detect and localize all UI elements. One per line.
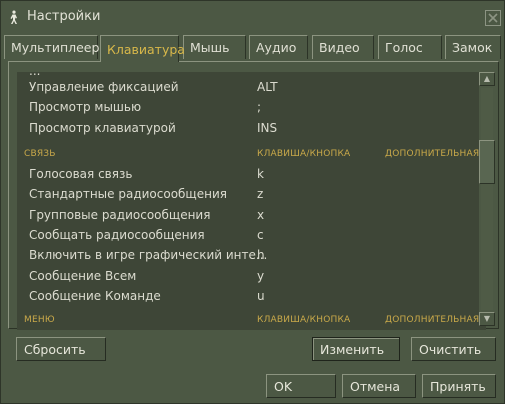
key-value: k [257, 167, 264, 181]
tab-voice[interactable]: Голос [378, 35, 442, 59]
ok-button[interactable]: OK [266, 374, 336, 398]
list-item[interactable]: Сообщать радиосообщения c [17, 225, 486, 246]
tab-bar: Мультиплеер Клавиатура Мышь Аудио Видео … [1, 35, 504, 62]
column-alt-header: ДОПОЛНИТЕЛЬНАЯ [385, 149, 480, 159]
list-item[interactable]: Включить в игре графический инте... h [17, 245, 486, 266]
key-value: ALT [257, 80, 278, 94]
window-title: Настройки [27, 9, 101, 24]
action-label: Сообщение Всем [29, 269, 137, 283]
key-value: ; [257, 100, 262, 114]
reset-button[interactable]: Сбросить [16, 337, 106, 361]
tab-mouse[interactable]: Мышь [183, 35, 246, 59]
close-button[interactable] [485, 10, 501, 26]
triangle-down-icon: ▼ [483, 314, 491, 323]
scroll-up-button[interactable]: ▲ [479, 72, 495, 86]
close-icon [488, 13, 498, 23]
action-label: Просмотр мышью [29, 100, 142, 114]
key-bindings-list[interactable]: ... Управление фиксацией ALT Просмотр мы… [17, 72, 486, 330]
tab-audio[interactable]: Аудио [249, 35, 308, 59]
scroll-track[interactable] [481, 88, 493, 310]
keyboard-panel: ... Управление фиксацией ALT Просмотр мы… [8, 61, 499, 330]
action-label: Групповые радиосообщения [29, 208, 211, 222]
list-item[interactable]: Голосовая связь k [17, 164, 486, 185]
list-item[interactable]: Стандартные радиосообщения z [17, 184, 486, 205]
action-label: Включить в игре графический инте... [29, 248, 268, 262]
section-title: МЕНЮ [24, 315, 55, 325]
section-header-menu: МЕНЮ КЛАВИША/КНОПКА ДОПОЛНИТЕЛЬНАЯ [17, 313, 486, 329]
action-label: Сообщение Команде [29, 289, 161, 303]
key-value: x [257, 208, 265, 222]
action-label: Стандартные радиосообщения [29, 187, 227, 201]
change-button[interactable]: Изменить [312, 337, 400, 361]
scroll-down-button[interactable]: ▼ [479, 312, 495, 326]
list-item[interactable]: Сообщение Всем y [17, 266, 486, 287]
clear-button[interactable]: Очистить [411, 337, 496, 361]
section-header-voice: СВЯЗЬ КЛАВИША/КНОПКА ДОПОЛНИТЕЛЬНАЯ [17, 147, 486, 163]
list-item[interactable]: Групповые радиосообщения x [17, 205, 486, 226]
key-value: u [257, 289, 265, 303]
settings-window: Настройки Мультиплеер Клавиатура Мышь Ау… [0, 0, 505, 404]
tab-multiplayer[interactable]: Мультиплеер [4, 35, 99, 59]
tab-lock[interactable]: Замок [445, 35, 501, 59]
list-item[interactable]: Управление фиксацией ALT [17, 77, 486, 98]
title-bar[interactable]: Настройки [1, 1, 504, 33]
action-label: Управление фиксацией [29, 80, 179, 94]
list-item[interactable]: Сообщение Команде u [17, 286, 486, 307]
key-value: c [257, 228, 264, 242]
tab-video[interactable]: Видео [312, 35, 374, 59]
list-item[interactable]: Просмотр мышью ; [17, 97, 486, 118]
player-figure-icon [10, 10, 17, 24]
action-label: Голосовая связь [29, 167, 133, 181]
column-key-header: КЛАВИША/КНОПКА [257, 315, 351, 325]
key-value: z [257, 187, 264, 201]
key-value: INS [257, 121, 278, 135]
action-label: Сообщать радиосообщения [29, 228, 205, 242]
apply-button[interactable]: Принять [422, 374, 496, 398]
action-label: Просмотр клавиатурой [29, 121, 176, 135]
triangle-up-icon: ▲ [483, 74, 491, 83]
section-title: СВЯЗЬ [24, 149, 56, 159]
key-value: y [257, 269, 265, 283]
key-value: h [257, 248, 265, 262]
scroll-thumb[interactable] [479, 140, 495, 184]
column-key-header: КЛАВИША/КНОПКА [257, 149, 351, 159]
list-item[interactable]: Просмотр клавиатурой INS [17, 118, 486, 139]
list-scrollbar[interactable]: ▲ ▼ [479, 72, 495, 326]
cancel-button[interactable]: Отмена [342, 374, 416, 398]
column-alt-header: ДОПОЛНИТЕЛЬНАЯ [385, 315, 480, 325]
tab-keyboard[interactable]: Клавиатура [100, 35, 185, 62]
